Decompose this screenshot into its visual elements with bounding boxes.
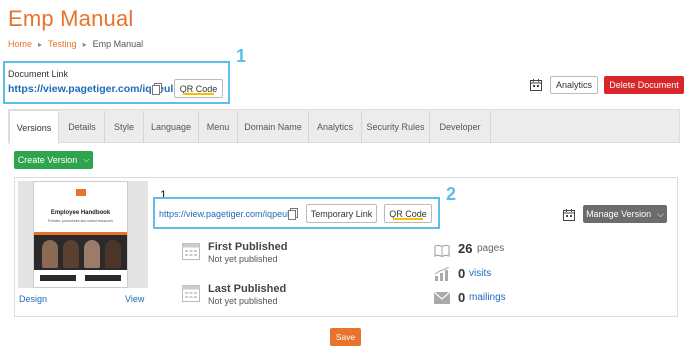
tab-details[interactable]: Details (60, 111, 105, 143)
annotation-number-1: 1 (236, 46, 247, 66)
thumbnail-subtitle: Policies, procedures and useful resource… (48, 219, 113, 223)
thumbnail-person (84, 240, 100, 268)
pages-label: pages (477, 243, 505, 254)
calendar-icon (182, 241, 200, 260)
breadcrumb-separator: ▸ (82, 39, 87, 49)
mailings-link[interactable]: mailings (469, 292, 506, 303)
tab-security-rules[interactable]: Security Rules (362, 111, 430, 143)
design-link[interactable]: Design (19, 294, 47, 304)
last-published-value: Not yet published (208, 296, 278, 306)
document-link-label: Document Link (8, 69, 69, 79)
create-version-label: Create Version (17, 155, 78, 165)
chevron-down-icon: ⌵ (657, 208, 664, 219)
breadcrumb-separator: ▸ (38, 39, 43, 49)
annotation-number-2: 2 (446, 184, 457, 204)
tab-versions[interactable]: Versions (9, 110, 59, 144)
document-link-url[interactable]: https://view.pagetiger.com/iqpeul (8, 83, 173, 95)
analytics-button[interactable]: Analytics (550, 76, 598, 94)
thumbnail-title: Employee Handbook (50, 210, 111, 216)
manage-version-label: Manage Version (586, 209, 652, 219)
version-thumbnail[interactable]: Employee Handbook Policies, procedures a… (33, 181, 128, 288)
mailings-count: 0 (458, 290, 466, 305)
save-button[interactable]: Save (330, 328, 361, 346)
chevron-down-icon: ⌵ (83, 155, 90, 164)
calendar-icon[interactable] (563, 209, 575, 221)
qr-underline (183, 93, 214, 95)
delete-document-button[interactable]: Delete Document (604, 76, 684, 94)
thumbnail-footer-button (40, 275, 76, 281)
create-version-button[interactable]: Create Version ⌵ (14, 151, 93, 169)
tab-style[interactable]: Style (105, 111, 144, 143)
qr-underline (393, 218, 423, 220)
thumbnail-footer-button (85, 275, 121, 281)
version-url[interactable]: https://view.pagetiger.com/iqpeul/1 (159, 209, 297, 219)
bar-chart-icon (434, 266, 450, 281)
breadcrumb-home[interactable]: Home (8, 39, 32, 49)
temporary-link-button[interactable]: Temporary Link (306, 204, 377, 223)
tab-menu[interactable]: Menu (199, 111, 238, 143)
tab-developer[interactable]: Developer (430, 111, 491, 143)
calendar-icon[interactable] (530, 79, 542, 91)
pages-count: 26 (458, 241, 473, 256)
manage-version-button[interactable]: Manage Version ⌵ (583, 205, 667, 223)
breadcrumb-current: Emp Manual (92, 39, 144, 49)
thumbnail-accent (34, 232, 127, 235)
first-published-value: Not yet published (208, 254, 278, 264)
visits-link[interactable]: visits (469, 268, 491, 279)
thumbnail-person (63, 240, 79, 268)
tab-domain-name[interactable]: Domain Name (238, 111, 309, 143)
breadcrumb: Home ▸ Testing ▸ Emp Manual (8, 39, 143, 49)
qr-code-button[interactable]: QR Code (384, 204, 432, 223)
book-icon (434, 244, 450, 258)
thumbnail-person (105, 240, 121, 268)
copy-icon[interactable] (288, 208, 298, 220)
tab-analytics[interactable]: Analytics (309, 111, 362, 143)
copy-icon[interactable] (152, 83, 162, 95)
thumbnail-logo (76, 189, 86, 196)
qr-code-button[interactable]: QR Code (174, 79, 223, 98)
tab-language[interactable]: Language (144, 111, 199, 143)
first-published-title: First Published (208, 241, 288, 253)
qr-code-label: QR Code (179, 83, 218, 94)
last-published-title: Last Published (208, 283, 287, 295)
view-link[interactable]: View (125, 294, 144, 304)
thumbnail-person (42, 240, 58, 268)
breadcrumb-testing[interactable]: Testing (48, 39, 77, 49)
calendar-icon (182, 283, 200, 302)
envelope-icon (433, 291, 451, 306)
page-title: Emp Manual (8, 6, 134, 31)
qr-code-label: QR Code (389, 208, 427, 219)
visits-count: 0 (458, 266, 466, 281)
